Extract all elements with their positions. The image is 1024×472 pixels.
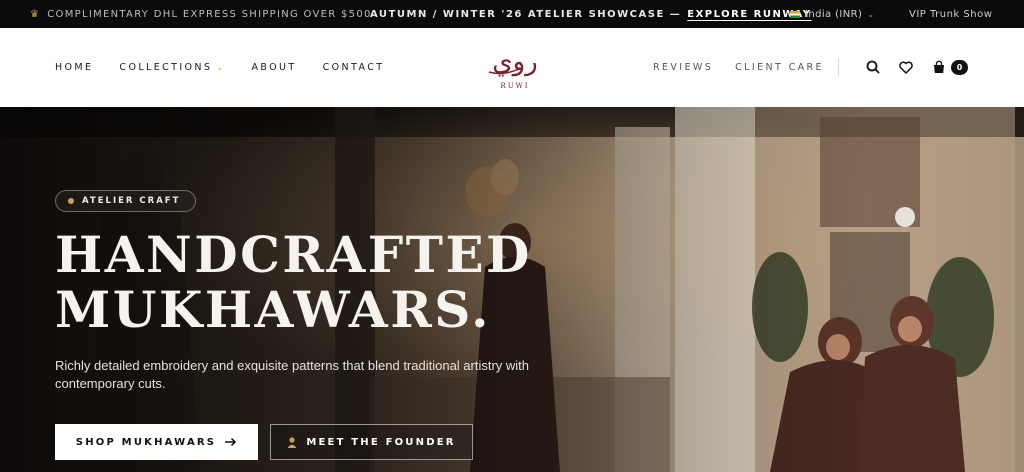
hero-title: HANDCRAFTED MUKHAWARS.: [55, 227, 615, 337]
logo-arabic: روي: [492, 47, 537, 77]
hero-subtitle: Richly detailed embroidery and exquisite…: [55, 358, 530, 391]
region-label: India (INR): [805, 8, 863, 20]
arrow-right-icon: [225, 437, 237, 447]
primary-nav: HOME COLLECTIONS ⌄ ABOUT CONTACT: [55, 62, 384, 73]
hero-section: ATELIER CRAFT HANDCRAFTED MUKHAWARS. Ric…: [0, 107, 1024, 472]
hero-title-line2: MUKHAWARS.: [55, 280, 491, 339]
chevron-down-icon: ⌄: [867, 9, 875, 19]
logo-mark: روي: [488, 47, 538, 77]
atelier-craft-badge: ATELIER CRAFT: [55, 190, 197, 212]
nav-client-care[interactable]: CLIENT CARE: [735, 62, 824, 73]
shop-mukhawars-label: SHOP MUKHAWARS: [75, 436, 217, 448]
nav-reviews[interactable]: REVIEWS: [653, 62, 713, 73]
meet-the-founder-label: MEET THE FOUNDER: [306, 436, 456, 448]
site-header: HOME COLLECTIONS ⌄ ABOUT CONTACT روي RUW…: [0, 28, 1024, 107]
nav-collections-label: COLLECTIONS: [119, 62, 213, 73]
shop-mukhawars-button[interactable]: SHOP MUKHAWARS: [55, 424, 258, 460]
header-divider: [838, 58, 839, 76]
shipping-text: COMPLIMENTARY DHL EXPRESS SHIPPING OVER …: [47, 8, 372, 20]
badge-label: ATELIER CRAFT: [82, 196, 181, 206]
nav-contact[interactable]: CONTACT: [323, 62, 385, 73]
user-icon: [287, 436, 297, 448]
badge-dot: [68, 198, 74, 204]
meet-the-founder-button[interactable]: MEET THE FOUNDER: [270, 424, 473, 460]
shipping-notice: ♛ COMPLIMENTARY DHL EXPRESS SHIPPING OVE…: [30, 9, 372, 20]
vip-trunk-show-link[interactable]: VIP Trunk Show: [909, 9, 992, 20]
region-selector[interactable]: India (INR) ⌄: [790, 9, 874, 20]
shopping-bag-icon: [934, 60, 944, 73]
wishlist-button[interactable]: [897, 58, 915, 76]
secondary-nav: REVIEWS CLIENT CARE: [653, 62, 824, 73]
search-icon: [866, 60, 880, 74]
showcase-notice: AUTUMN / WINTER '26 ATELIER SHOWCASE — E…: [370, 9, 811, 20]
india-flag-icon: [790, 10, 800, 18]
nav-home[interactable]: HOME: [55, 62, 93, 73]
logo-wordmark: RUWI: [500, 82, 530, 90]
announcement-bar: ♛ COMPLIMENTARY DHL EXPRESS SHIPPING OVE…: [0, 0, 1024, 28]
crown-icon: ♛: [30, 8, 41, 20]
nav-about[interactable]: ABOUT: [251, 62, 296, 73]
heart-icon: [899, 61, 913, 74]
nav-collections[interactable]: COLLECTIONS ⌄: [119, 62, 225, 73]
cart-count-badge: 0: [951, 60, 968, 75]
hero-title-line1: HANDCRAFTED: [55, 225, 532, 284]
search-button[interactable]: [864, 58, 882, 76]
brand-logo[interactable]: روي RUWI: [483, 42, 547, 92]
chevron-down-icon: ⌄: [216, 63, 226, 72]
showcase-text: AUTUMN / WINTER '26 ATELIER SHOWCASE —: [370, 8, 682, 20]
cart-button[interactable]: [930, 58, 948, 76]
